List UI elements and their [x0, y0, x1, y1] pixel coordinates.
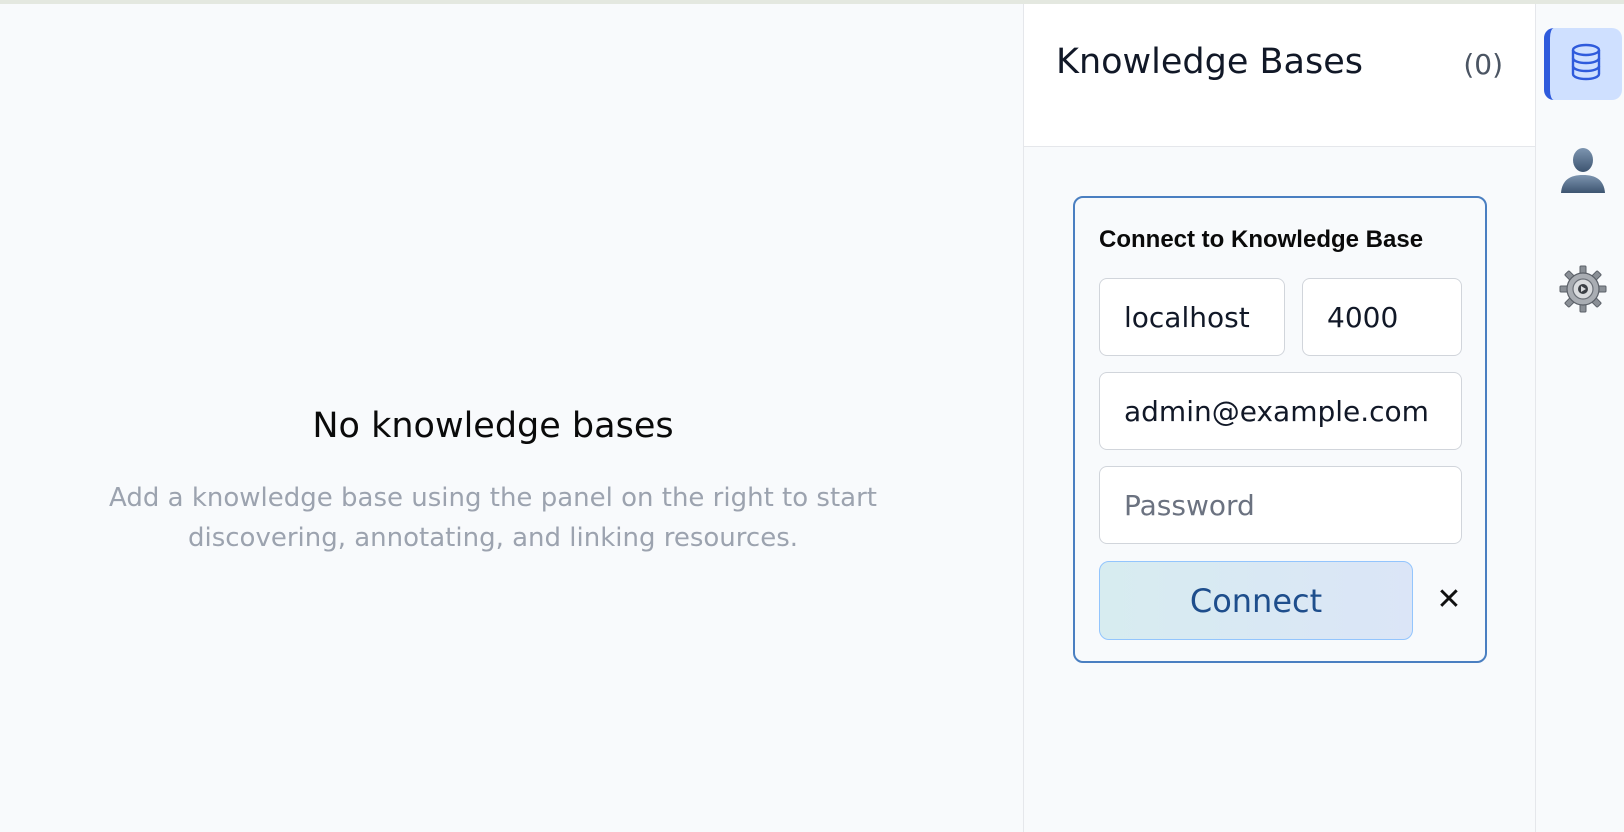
- right-toolbar: [1536, 4, 1624, 832]
- knowledge-bases-panel: Knowledge Bases (0) Connect to Knowledge…: [1023, 4, 1536, 832]
- main-content: No knowledge bases Add a knowledge base …: [0, 4, 1023, 832]
- settings-tab[interactable]: [1544, 255, 1622, 327]
- host-input[interactable]: [1099, 278, 1285, 356]
- panel-header: Knowledge Bases (0): [1024, 4, 1535, 147]
- password-input[interactable]: [1099, 466, 1462, 544]
- empty-state-description: Add a knowledge base using the panel on …: [109, 483, 877, 553]
- close-icon[interactable]: ✕: [1429, 577, 1469, 621]
- connect-button[interactable]: Connect: [1099, 561, 1413, 640]
- knowledge-bases-tab[interactable]: [1544, 28, 1622, 100]
- empty-state-title: No knowledge bases: [312, 406, 674, 446]
- user-icon: [1558, 144, 1608, 198]
- connect-form-card: Connect to Knowledge Base Connect ✕: [1073, 196, 1487, 663]
- email-input[interactable]: [1099, 372, 1462, 450]
- port-input[interactable]: [1302, 278, 1462, 356]
- connect-form-title: Connect to Knowledge Base: [1099, 226, 1424, 253]
- user-tab[interactable]: [1544, 135, 1622, 207]
- knowledge-base-count: (0): [1463, 48, 1503, 81]
- panel-title: Knowledge Bases: [1056, 42, 1363, 82]
- gear-icon: [1559, 265, 1607, 317]
- database-icon: [1569, 43, 1603, 85]
